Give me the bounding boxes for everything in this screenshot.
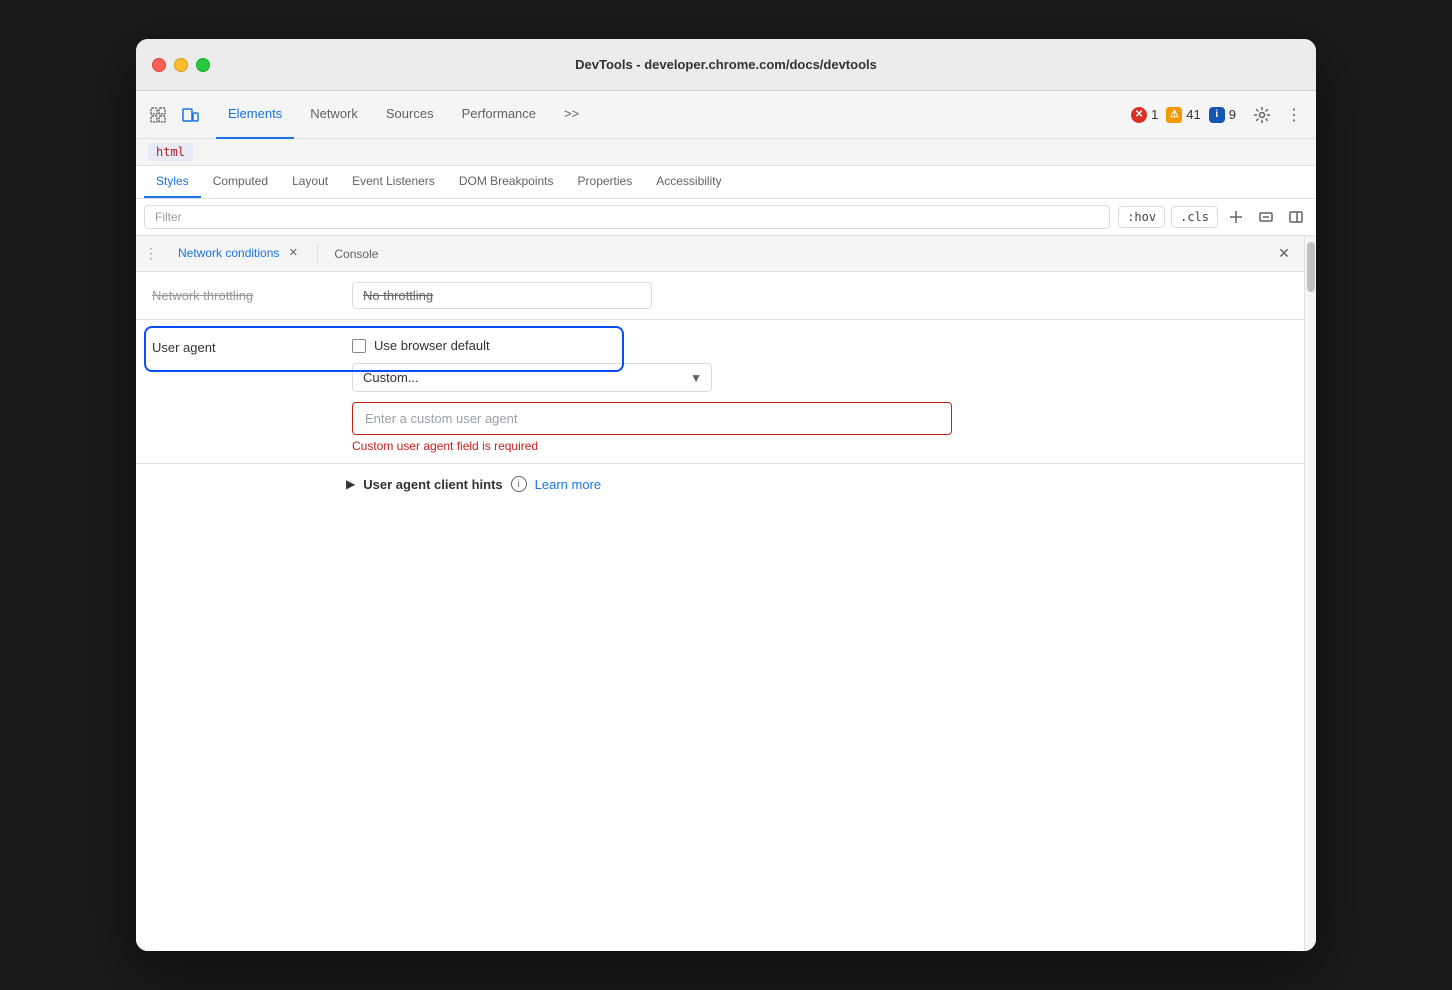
client-hints-label: User agent client hints <box>363 477 502 492</box>
tab-layout[interactable]: Layout <box>280 166 340 198</box>
breadcrumb-html[interactable]: html <box>148 143 193 161</box>
more-options-icon[interactable]: ⋮ <box>1280 101 1308 129</box>
window-title: DevTools - developer.chrome.com/docs/dev… <box>575 57 877 72</box>
traffic-lights <box>152 58 210 72</box>
add-style-icon[interactable] <box>1224 205 1248 229</box>
use-browser-default-checkbox[interactable] <box>352 339 366 353</box>
drag-handle[interactable]: ⋮ <box>144 245 158 262</box>
tab-more[interactable]: >> <box>552 91 591 139</box>
tab-network-conditions[interactable]: Network conditions ✕ <box>166 236 313 272</box>
info-count: 9 <box>1229 107 1236 122</box>
error-badge[interactable]: ✕ 1 <box>1131 107 1158 123</box>
network-conditions-label: Network conditions <box>178 246 279 260</box>
filter-input[interactable] <box>144 205 1110 229</box>
inspect-icon[interactable] <box>144 101 172 129</box>
user-agent-select[interactable]: Custom... Chrome — Android Safari — iPho… <box>352 363 712 392</box>
info-icon: i <box>1209 107 1225 123</box>
custom-input-row: Custom user agent field is required <box>352 402 1288 453</box>
dropdown-row: Custom... Chrome — Android Safari — iPho… <box>352 363 1288 392</box>
throttling-label: Network throttling <box>152 288 352 303</box>
content-area: ⋮ Network conditions ✕ Console ✕ N <box>136 236 1316 951</box>
tab-network[interactable]: Network <box>298 91 370 139</box>
tab-event-listeners[interactable]: Event Listeners <box>340 166 447 198</box>
warning-count: 41 <box>1186 107 1200 122</box>
tab-elements[interactable]: Elements <box>216 91 294 139</box>
info-badge[interactable]: i 9 <box>1209 107 1236 123</box>
tab-accessibility[interactable]: Accessibility <box>644 166 733 198</box>
tab-sources[interactable]: Sources <box>374 91 446 139</box>
tab-dom-breakpoints[interactable]: DOM Breakpoints <box>447 166 566 198</box>
hov-button[interactable]: :hov <box>1118 206 1165 228</box>
user-agent-label: User agent <box>152 330 352 355</box>
throttling-value[interactable]: No throttling <box>352 282 652 309</box>
breadcrumb-bar: html <box>136 139 1316 166</box>
close-drawer-button[interactable]: ✕ <box>1272 242 1296 266</box>
cls-button[interactable]: .cls <box>1171 206 1218 228</box>
scrollbar-thumb[interactable] <box>1307 242 1315 292</box>
checkbox-row: Use browser default <box>352 330 1288 353</box>
tab-performance[interactable]: Performance <box>450 91 548 139</box>
badge-group: ✕ 1 ⚠ 41 i 9 <box>1131 107 1236 123</box>
tab-divider <box>317 244 318 264</box>
styles-tabs: Styles Computed Layout Event Listeners D… <box>136 166 1316 199</box>
devtools-panel: Elements Network Sources Performance >> … <box>136 91 1316 951</box>
warning-badge[interactable]: ⚠ 41 <box>1166 107 1200 123</box>
throttling-label-text: Network throttling <box>152 288 253 303</box>
use-browser-default-label[interactable]: Use browser default <box>374 338 490 353</box>
user-agent-controls: Use browser default Custom... Chrome — A… <box>352 330 1288 453</box>
browser-window: DevTools - developer.chrome.com/docs/dev… <box>136 39 1316 951</box>
warning-icon: ⚠ <box>1166 107 1182 123</box>
tab-computed[interactable]: Computed <box>201 166 280 198</box>
close-network-conditions[interactable]: ✕ <box>285 245 301 261</box>
tab-properties[interactable]: Properties <box>566 166 645 198</box>
settings-icon[interactable] <box>1248 101 1276 129</box>
device-toggle-icon[interactable] <box>176 101 204 129</box>
toolbar-icons <box>144 101 204 129</box>
minimize-button[interactable] <box>174 58 188 72</box>
panel-tab-bar: ⋮ Network conditions ✕ Console ✕ <box>136 236 1304 272</box>
custom-user-agent-input[interactable] <box>352 402 952 435</box>
element-style-icon[interactable] <box>1254 205 1278 229</box>
throttling-row: Network throttling No throttling <box>136 272 1304 320</box>
error-icon: ✕ <box>1131 107 1147 123</box>
user-agent-select-wrapper: Custom... Chrome — Android Safari — iPho… <box>352 363 712 392</box>
tab-console[interactable]: Console <box>322 236 390 272</box>
tab-styles[interactable]: Styles <box>144 166 201 198</box>
network-conditions-panel: Network throttling No throttling User ag… <box>136 272 1304 951</box>
user-agent-row: User agent Use browser default <box>136 320 1304 464</box>
info-icon[interactable]: i <box>511 476 527 492</box>
scrollbar[interactable] <box>1304 236 1316 951</box>
learn-more-link[interactable]: Learn more <box>535 477 601 492</box>
main-toolbar: Elements Network Sources Performance >> … <box>136 91 1316 139</box>
filter-bar: :hov .cls <box>136 199 1316 236</box>
inner-content: ⋮ Network conditions ✕ Console ✕ N <box>136 236 1304 951</box>
sidebar-toggle-icon[interactable] <box>1284 205 1308 229</box>
error-count: 1 <box>1151 107 1158 122</box>
error-message: Custom user agent field is required <box>352 439 1288 453</box>
close-button[interactable] <box>152 58 166 72</box>
filter-actions: :hov .cls <box>1118 205 1308 229</box>
maximize-button[interactable] <box>196 58 210 72</box>
triangle-icon[interactable]: ▶ <box>346 477 355 491</box>
throttling-content: No throttling <box>352 282 1288 309</box>
title-bar: DevTools - developer.chrome.com/docs/dev… <box>136 39 1316 91</box>
client-hints-row: ▶ User agent client hints i Learn more <box>136 464 1304 504</box>
